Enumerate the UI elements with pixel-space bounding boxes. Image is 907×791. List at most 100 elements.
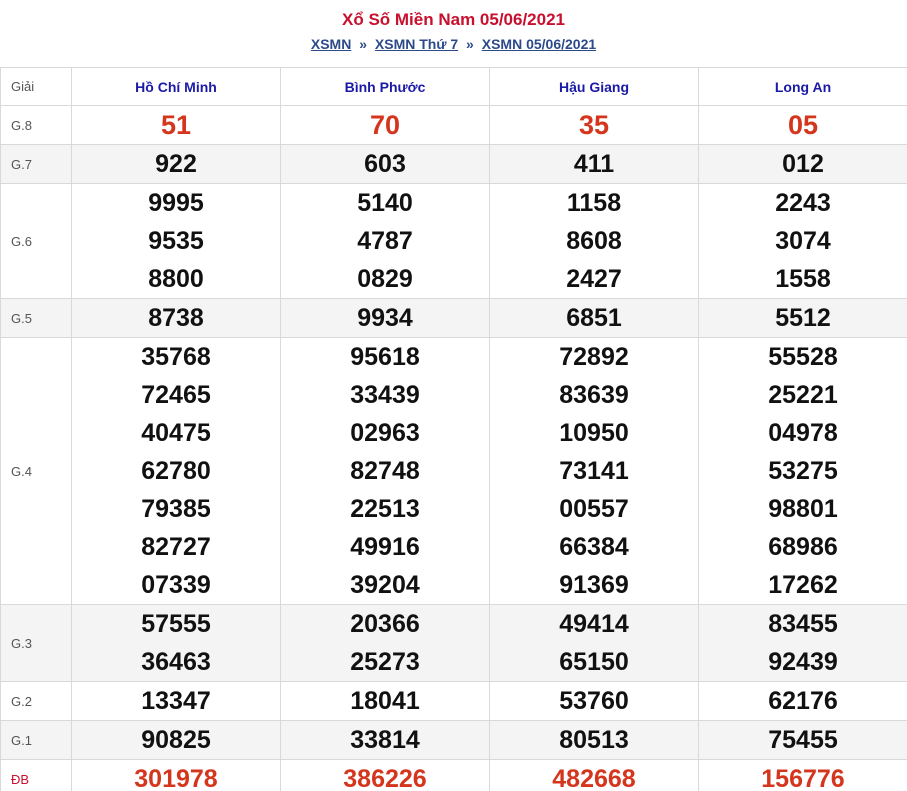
province-header-ho-chi-minh[interactable]: Hồ Chí Minh [71,67,281,106]
result-number: 83455 [768,610,838,638]
result-cell: 05 [698,105,907,145]
result-number: 10950 [559,419,629,447]
result-number: 4787 [357,227,413,255]
result-number: 53275 [768,457,838,485]
result-number: 40475 [141,419,211,447]
prize-label: G.6 [0,183,72,299]
table-row: G.2 13347 18041 53760 62176 [0,681,907,721]
prize-label: G.8 [0,105,72,145]
result-number: 8800 [148,265,204,293]
result-cell: 411 [489,144,699,184]
result-number: 411 [573,150,615,178]
result-number: 57555 [141,610,211,638]
result-number: 25221 [768,381,838,409]
result-number: 5140 [357,189,413,217]
breadcrumb-link-xsmn[interactable]: XSMN [311,36,351,52]
result-number: 25273 [350,648,420,676]
result-cell: 35768 72465 40475 62780 79385 82727 07339 [71,337,281,605]
result-cell: 482668 [489,759,699,791]
result-number: 39204 [350,571,420,599]
result-number: 65150 [559,648,629,676]
breadcrumb: XSMN » XSMN Thứ 7 » XSMN 05/06/2021 [0,36,907,52]
result-number: 91369 [559,571,629,599]
result-number: 33439 [350,381,420,409]
table-row: G.4 35768 72465 40475 62780 79385 82727 07339 95… [0,337,907,605]
result-number: 73141 [559,457,629,485]
result-cell: 53760 [489,681,699,721]
page-header: Xổ Số Miền Nam 05/06/2021 XSMN » XSMN Th… [0,0,907,67]
result-number: 62176 [768,687,838,715]
result-number: 1158 [566,189,622,217]
breadcrumb-link-xsmn-date[interactable]: XSMN 05/06/2021 [482,36,596,52]
result-number: 17262 [768,571,838,599]
result-cell: 83455 92439 [698,604,907,682]
result-cell: 70 [280,105,490,145]
prize-column-header: Giải [0,67,72,106]
province-header-hau-giang[interactable]: Hậu Giang [489,67,699,106]
result-number: 80513 [559,726,629,754]
result-number: 05 [787,110,819,140]
province-header-long-an[interactable]: Long An [698,67,907,106]
result-number: 36463 [141,648,211,676]
result-number: 82727 [141,533,211,561]
result-number: 22513 [350,495,420,523]
result-number: 8608 [566,227,622,255]
prize-label: G.2 [0,681,72,721]
table-row: G.5 8738 9934 6851 5512 [0,298,907,338]
result-cell: 301978 [71,759,281,791]
results-table: Giải Hồ Chí Minh Bình Phước Hậu Giang Lo… [0,67,907,791]
result-cell: 90825 [71,720,281,760]
result-cell: 13347 [71,681,281,721]
result-cell: 20366 25273 [280,604,490,682]
result-cell: 35 [489,105,699,145]
result-number: 90825 [141,726,211,754]
result-cell: 386226 [280,759,490,791]
result-cell: 18041 [280,681,490,721]
province-header-binh-phuoc[interactable]: Bình Phước [280,67,490,106]
result-number: 2427 [566,265,622,293]
table-row: G.6 9995 9535 8800 5140 4787 0829 1158 8608 2427 2… [0,183,907,299]
result-number: 0829 [357,265,413,293]
result-number: 35 [578,110,610,140]
result-number: 35768 [141,343,211,371]
result-number: 95618 [350,343,420,371]
result-number: 1558 [775,265,831,293]
table-row: G.8 51 70 35 05 [0,105,907,145]
breadcrumb-link-xsmn-thu-7[interactable]: XSMN Thứ 7 [375,36,458,52]
result-number: 53760 [559,687,629,715]
prize-label: G.7 [0,144,72,184]
breadcrumb-separator: » [466,36,474,52]
result-cell: 49414 65150 [489,604,699,682]
result-cell: 80513 [489,720,699,760]
result-cell: 5140 4787 0829 [280,183,490,299]
result-number: 012 [782,150,824,178]
result-cell: 603 [280,144,490,184]
result-number: 49916 [350,533,420,561]
table-header-row: Giải Hồ Chí Minh Bình Phước Hậu Giang Lo… [0,67,907,106]
result-number: 72465 [141,381,211,409]
prize-label: G.1 [0,720,72,760]
result-cell: 1158 8608 2427 [489,183,699,299]
result-number: 68986 [768,533,838,561]
result-number: 18041 [350,687,420,715]
table-row: G.7 922 603 411 012 [0,144,907,184]
result-cell: 156776 [698,759,907,791]
results-body: G.8 51 70 35 05 G.7 922 603 411 012 G.6 9995 9535 880… [0,105,907,791]
result-number: 8738 [148,304,204,332]
result-number: 2243 [775,189,831,217]
result-number: 51 [160,110,192,140]
result-number: 6851 [566,304,622,332]
page-title: Xổ Số Miền Nam 05/06/2021 [342,10,565,29]
table-row: G.3 57555 36463 20366 25273 49414 65150 83455 92… [0,604,907,682]
result-number: 79385 [141,495,211,523]
result-cell: 9934 [280,298,490,338]
result-number: 00557 [559,495,629,523]
table-row: ĐB 301978 386226 482668 156776 [0,759,907,791]
prize-label: G.3 [0,604,72,682]
result-number: 04978 [768,419,838,447]
result-number: 82748 [350,457,420,485]
result-number: 98801 [768,495,838,523]
result-number: 07339 [141,571,211,599]
result-number: 49414 [559,610,629,638]
result-number: 72892 [559,343,629,371]
